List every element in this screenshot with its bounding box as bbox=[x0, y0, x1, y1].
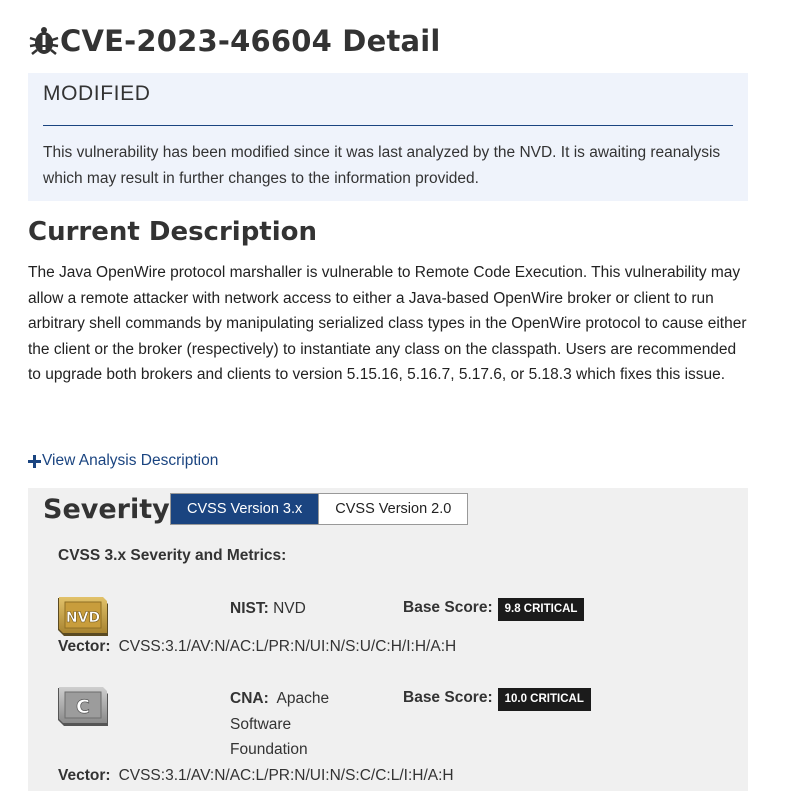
view-analysis-description-link[interactable]: View Analysis Description bbox=[28, 452, 218, 470]
nist-base-score: Base Score: 9.8 CRITICAL bbox=[403, 596, 585, 621]
severity-heading: Severity bbox=[43, 494, 170, 525]
nist-critical-badge[interactable]: 9.8 CRITICAL bbox=[497, 598, 585, 621]
nvd-badge-icon: NVD bbox=[58, 597, 108, 636]
plus-icon bbox=[28, 454, 41, 468]
cna-vector: Vector: CVSS:3.1/AV:N/AC:L/PR:N/UI:N/S:C/… bbox=[58, 767, 454, 784]
nist-vector: Vector: CVSS:3.1/AV:N/AC:L/PR:N/UI:N/S:U/… bbox=[58, 638, 457, 655]
cvss-version-tabs: CVSS Version 3.x CVSS Version 2.0 bbox=[170, 493, 469, 525]
analysis-link-label: View Analysis Description bbox=[42, 452, 219, 469]
cna-critical-badge[interactable]: 10.0 CRITICAL bbox=[497, 688, 591, 711]
description-heading: Current Description bbox=[28, 217, 318, 247]
page-header: CVE-2023-46604 Detail bbox=[28, 24, 441, 58]
cna-source: CNA: Apache Software Foundation bbox=[230, 690, 330, 759]
tab-cvss-2[interactable]: CVSS Version 2.0 bbox=[318, 494, 468, 524]
cna-badge-icon: C bbox=[58, 687, 108, 726]
bug-icon bbox=[29, 27, 59, 55]
description-text: The Java OpenWire protocol marshaller is… bbox=[28, 264, 747, 384]
svg-text:C: C bbox=[76, 696, 90, 718]
cna-score-row: C CNA: Apache Software Foundation Base S… bbox=[58, 686, 738, 766]
modified-heading: MODIFIED bbox=[43, 79, 733, 126]
cna-base-score: Base Score: 10.0 CRITICAL bbox=[403, 686, 591, 711]
modified-text: This vulnerability has been modified sin… bbox=[43, 144, 721, 187]
svg-text:NVD: NVD bbox=[66, 610, 100, 626]
nist-score-row: NVD NIST: NVD Base Score: 9.8 CRITICAL bbox=[58, 596, 738, 636]
tab-cvss-3x[interactable]: CVSS Version 3.x bbox=[171, 494, 319, 524]
severity-panel: Severity CVSS Version 3.x CVSS Version 2… bbox=[28, 488, 748, 791]
modified-notice: MODIFIED This vulnerability has been mod… bbox=[28, 73, 748, 201]
nist-source: NIST: NVD bbox=[230, 600, 306, 617]
metrics-heading: CVSS 3.x Severity and Metrics: bbox=[58, 547, 287, 564]
page-title: CVE-2023-46604 Detail bbox=[60, 24, 441, 58]
